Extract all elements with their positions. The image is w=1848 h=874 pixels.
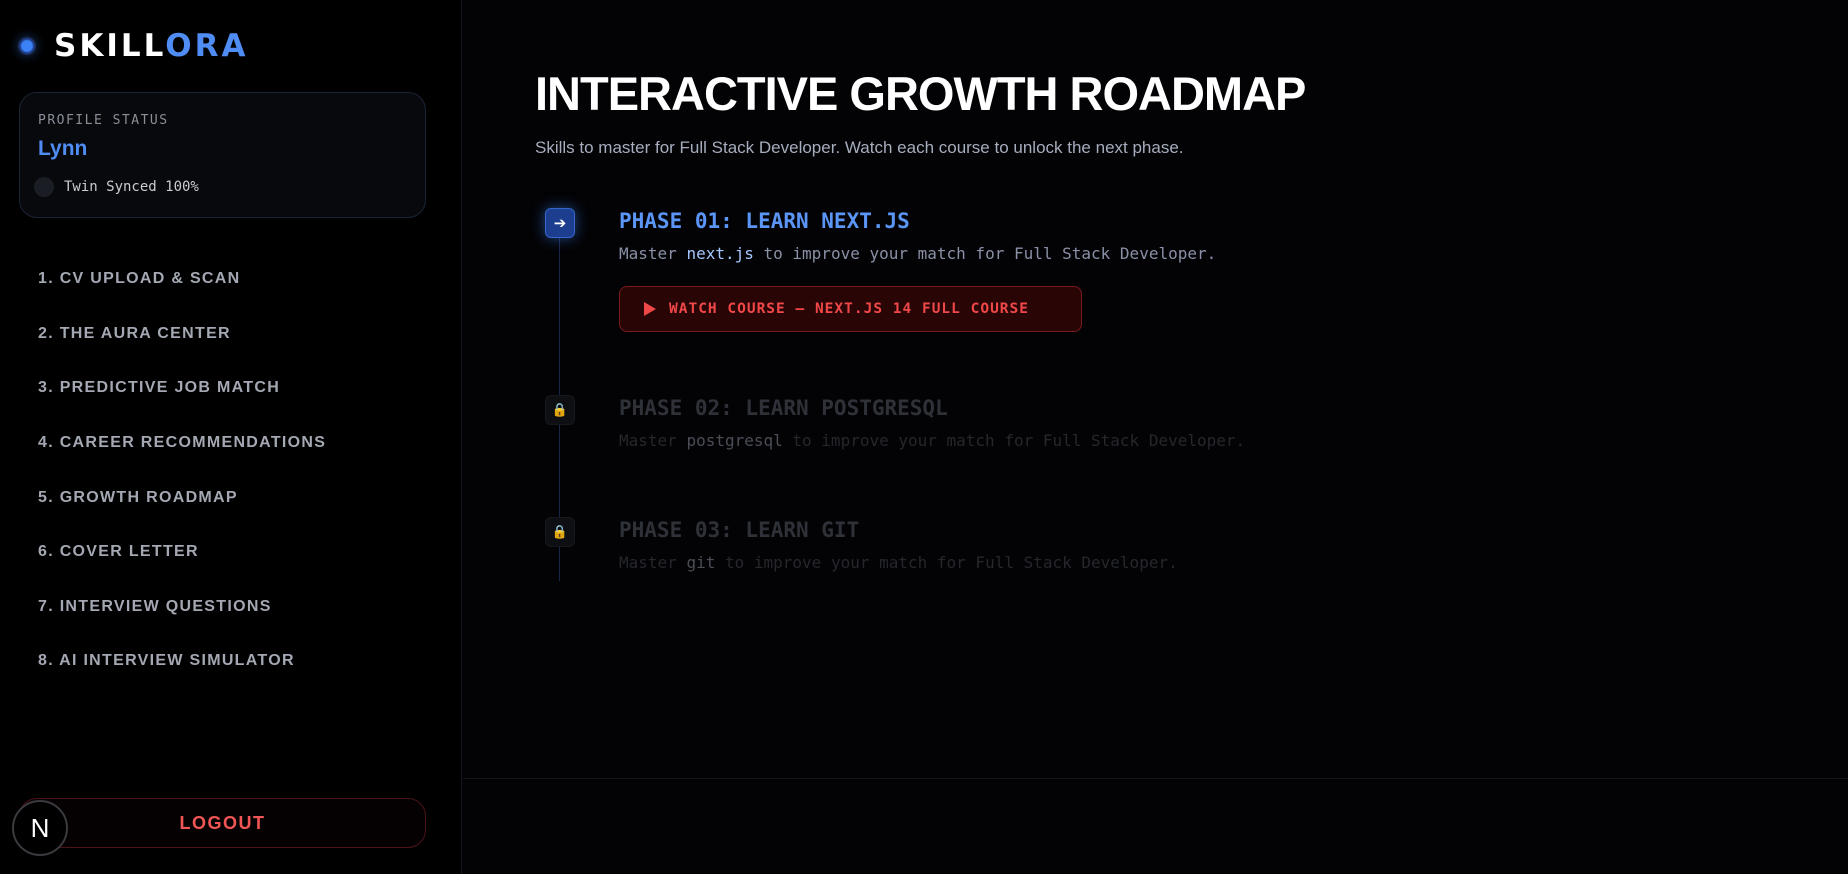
watch-course-label: WATCH COURSE — NEXT.JS 14 FULL COURSE — [669, 301, 1030, 317]
phase-desc-suffix: to improve your match for Full Stack Dev… — [753, 244, 1217, 263]
phase-skill: next.js — [686, 244, 754, 263]
phase-desc-suffix: to improve your match for Full Stack Dev… — [782, 431, 1246, 450]
play-icon — [644, 302, 656, 316]
profile-name: Lynn — [38, 137, 88, 160]
phase-desc-suffix: to improve your match for Full Stack Dev… — [715, 553, 1178, 572]
sidebar-item-cover-letter[interactable]: 6. COVER LETTER — [38, 525, 326, 580]
sync-status-text: Twin Synced 100% — [64, 179, 199, 195]
page-subtitle: Skills to master for Full Stack Develope… — [535, 138, 1184, 157]
lock-icon: 🔒 — [545, 395, 575, 425]
orb-icon — [18, 37, 36, 55]
page-title: INTERACTIVE GROWTH ROADMAP — [535, 67, 1306, 120]
phase-skill: postgresql — [686, 431, 783, 450]
phase-skill: git — [686, 553, 716, 572]
phase-description: Master postgresql to improve your match … — [619, 431, 1245, 450]
sidebar-item-career-recommendations[interactable]: 4. CAREER RECOMMENDATIONS — [38, 416, 326, 471]
phase-title: PHASE 02: LEARN POSTGRESQL — [619, 396, 948, 420]
main-content: INTERACTIVE GROWTH ROADMAP Skills to mas… — [463, 0, 1848, 874]
sidebar-nav: 1. CV UPLOAD & SCAN 2. THE AURA CENTER 3… — [38, 252, 326, 689]
sync-status: Twin Synced 100% — [34, 177, 199, 197]
arrow-right-icon: ➔ — [545, 208, 575, 238]
brand-name: SKILLORA — [54, 30, 249, 62]
sidebar-item-job-match[interactable]: 3. PREDICTIVE JOB MATCH — [38, 361, 326, 416]
phase-title: PHASE 01: LEARN NEXT.JS — [619, 209, 910, 233]
lock-icon: 🔒 — [545, 517, 575, 547]
footer-divider — [463, 778, 1848, 779]
watch-course-button[interactable]: WATCH COURSE — NEXT.JS 14 FULL COURSE — [619, 286, 1082, 332]
logout-button[interactable]: LOGOUT — [19, 798, 426, 848]
phase-desc-prefix: Master — [619, 553, 687, 572]
sidebar-item-aura-center[interactable]: 2. THE AURA CENTER — [38, 307, 326, 362]
brand-name-part2: ORA — [165, 28, 249, 64]
phase-desc-prefix: Master — [619, 244, 687, 263]
brand: SKILLORA — [18, 30, 249, 62]
sidebar: SKILLORA PROFILE STATUS Lynn Twin Synced… — [0, 0, 462, 874]
avatar[interactable]: N — [12, 800, 68, 856]
profile-status-label: PROFILE STATUS — [38, 113, 169, 128]
phase-desc-prefix: Master — [619, 431, 687, 450]
phase-description: Master next.js to improve your match for… — [619, 244, 1216, 263]
profile-card: PROFILE STATUS Lynn Twin Synced 100% — [19, 92, 426, 218]
phase-description: Master git to improve your match for Ful… — [619, 553, 1178, 572]
sidebar-item-interview-simulator[interactable]: 8. AI INTERVIEW SIMULATOR — [38, 634, 326, 689]
sync-indicator-icon — [34, 177, 54, 197]
sidebar-item-growth-roadmap[interactable]: 5. GROWTH ROADMAP — [38, 470, 326, 525]
phase-title: PHASE 03: LEARN GIT — [619, 518, 860, 542]
sidebar-item-interview-questions[interactable]: 7. INTERVIEW QUESTIONS — [38, 580, 326, 635]
brand-name-part1: SKILL — [54, 28, 166, 64]
sidebar-item-cv-upload[interactable]: 1. CV UPLOAD & SCAN — [38, 252, 326, 307]
